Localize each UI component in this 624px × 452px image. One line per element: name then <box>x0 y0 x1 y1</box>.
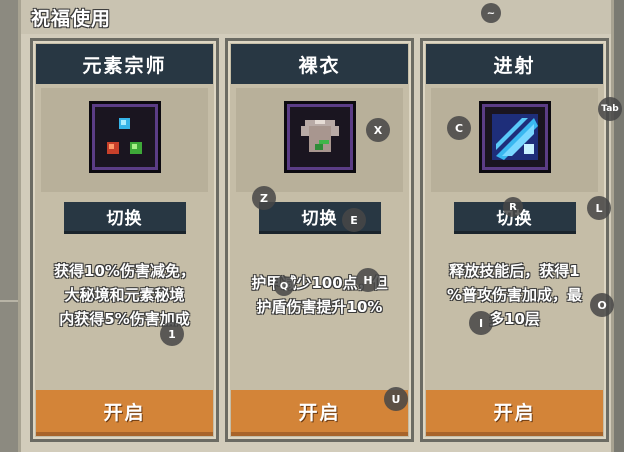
hotkey-hint-u: U <box>384 387 408 411</box>
card-title: 进射 <box>426 44 603 84</box>
hotkey-hint-h: H <box>356 268 380 292</box>
description-line: %普攻伤害加成，最 <box>446 286 583 304</box>
hotkey-hint-e: E <box>342 208 366 232</box>
blessing-panel: 祝福使用 元素宗师 切换 获得10%伤害减免， 大秘境和元素秘境 内获得5%伤害… <box>18 0 614 452</box>
description-line: 多10层 <box>489 310 540 328</box>
hotkey-hint-r: R <box>503 197 523 217</box>
open-button[interactable]: 开启 <box>36 390 213 436</box>
hotkey-hint-l: L <box>587 196 611 220</box>
description-line: 获得10%伤害减免， <box>54 262 195 280</box>
description-line: 内获得5%伤害加成 <box>59 310 190 328</box>
hotkey-hint-1: 1 <box>160 322 184 346</box>
hotkey-hint-o: O <box>590 293 614 317</box>
description-line: 释放技能后，获得1 <box>449 262 580 280</box>
panel-title: 祝福使用 <box>31 8 112 30</box>
hotkey-hint-i: I <box>469 311 493 335</box>
elements-orb-icon <box>88 101 161 173</box>
icon-area <box>431 88 598 192</box>
description-line: 大秘境和元素秘境 <box>64 286 185 304</box>
switch-button[interactable]: 切换 <box>63 202 186 234</box>
blessing-card-elements: 元素宗师 切换 获得10%伤害减免， 大秘境和元素秘境 内获得5%伤害加成 开启 <box>30 38 219 442</box>
card-title: 元素宗师 <box>36 44 213 84</box>
hotkey-hint-c: C <box>447 116 471 140</box>
open-button[interactable]: 开启 <box>426 390 603 436</box>
hotkey-hint-x: X <box>366 118 390 142</box>
hotkey-hint-tilde: ~ <box>481 3 501 23</box>
card-description: 释放技能后，获得1 %普攻伤害加成，最 多10层 <box>429 259 600 331</box>
bare-shirt-icon <box>283 101 356 173</box>
open-button[interactable]: 开启 <box>231 390 408 436</box>
hotkey-hint-tab: Tab <box>598 97 622 121</box>
blessing-card-burst: 进射 切换 释放技能后，获得1 %普攻伤害加成，最 多10层 开启 <box>420 38 609 442</box>
panel-header: 祝福使用 <box>21 0 611 34</box>
description-line: 护盾伤害提升10% <box>256 298 383 316</box>
card-title: 裸衣 <box>231 44 408 84</box>
hotkey-hint-q: Q <box>274 276 294 296</box>
hotkey-hint-z: Z <box>252 186 276 210</box>
burst-shot-icon <box>478 101 551 173</box>
blessing-card-bare: 裸衣 切换 护甲减少100点，但 护盾伤害提升10% 开启 <box>225 38 414 442</box>
card-description: 获得10%伤害减免， 大秘境和元素秘境 内获得5%伤害加成 <box>39 259 210 331</box>
icon-area <box>41 88 208 192</box>
